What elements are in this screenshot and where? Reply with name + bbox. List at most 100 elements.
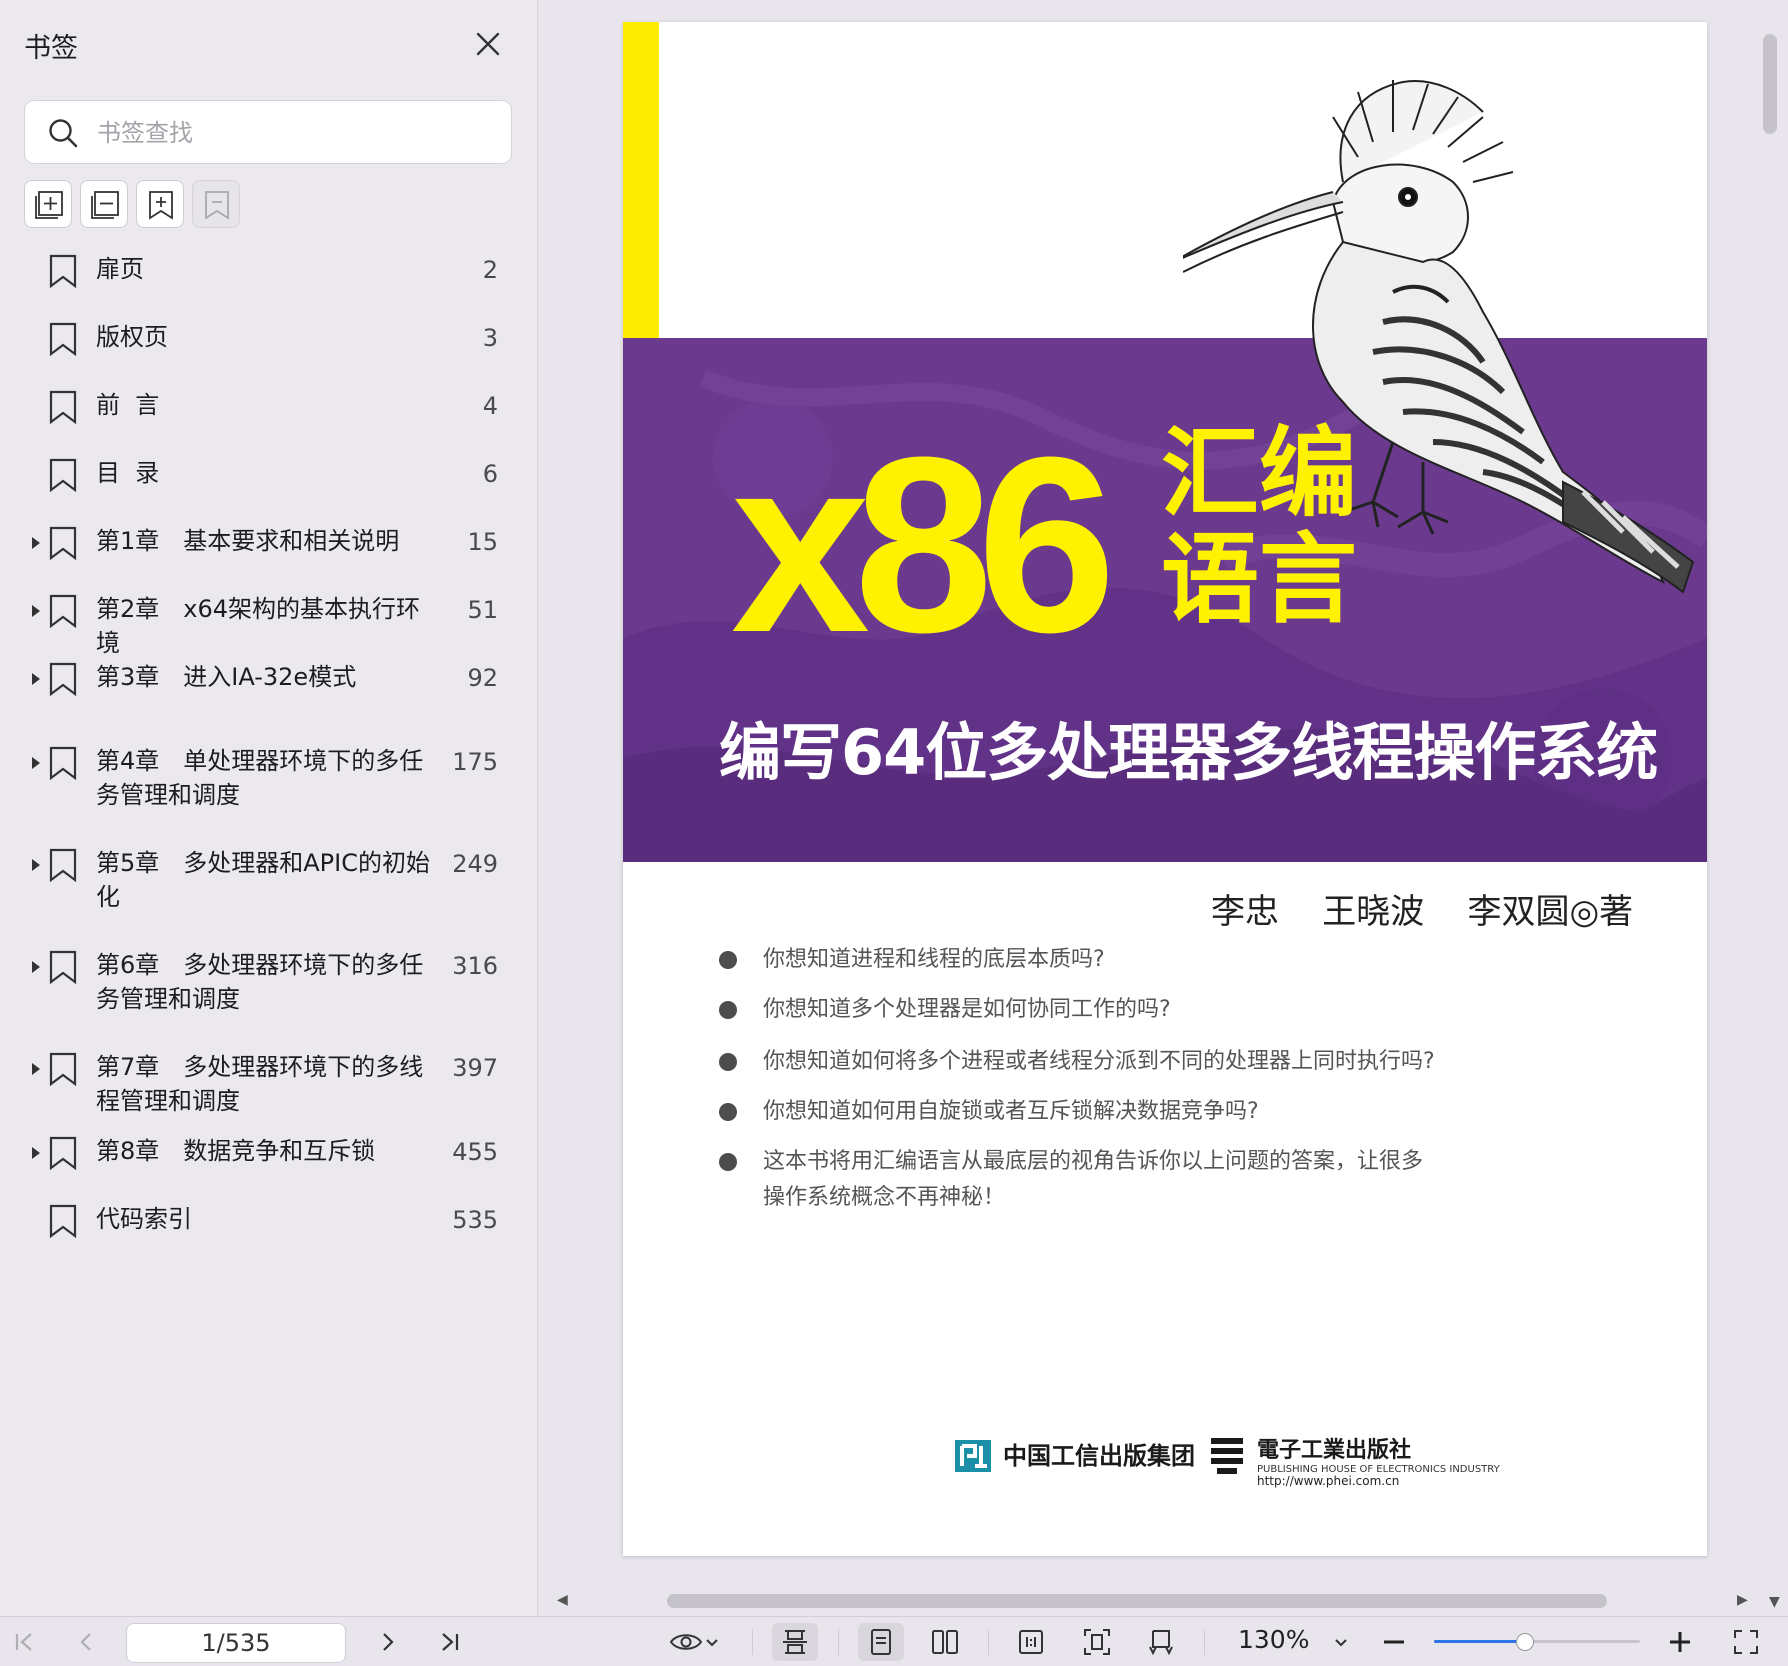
panel-title: 书签 [24, 33, 78, 64]
scroll-down-arrow[interactable]: ▼ [1769, 1594, 1780, 1610]
bookmark-page-number: 249 [452, 850, 498, 878]
toolbar-divider [1204, 1629, 1205, 1655]
expand-arrow-icon[interactable] [30, 756, 42, 770]
fullscreen-icon [1734, 1630, 1758, 1654]
first-page-button[interactable] [6, 1623, 42, 1661]
bottom-toolbar: 1/535 130% [0, 1616, 1788, 1666]
toolbar-divider [752, 1629, 753, 1655]
zoom-slider-fill [1434, 1640, 1525, 1643]
expand-arrow-icon[interactable] [30, 536, 42, 550]
cover-yellow-bar [623, 22, 659, 338]
bookmark-icon [49, 746, 77, 780]
bookmark-label: 第1章 基本要求和相关说明 [96, 527, 400, 555]
fullscreen-button[interactable] [1728, 1623, 1764, 1661]
bookmark-page-number: 3 [482, 324, 498, 352]
expand-arrow-icon[interactable] [30, 1146, 42, 1160]
bullet-dot [719, 1001, 737, 1019]
miit-group-logo [955, 1440, 991, 1472]
zoom-level[interactable]: 130% [1238, 1625, 1309, 1654]
fit-width-icon [783, 1630, 807, 1654]
cover-question-text: 你想知道进程和线程的底层本质吗? [763, 947, 1105, 972]
bookmarks-panel: 书签 扉页 2 版权页 3 前 言 4 目 录 6 第1章 基本要求和相关说明 15 第2章 x64… [0, 0, 538, 1616]
bookmark-label: 第4章 单处理器环境下的多任务管理和调度 [96, 747, 424, 809]
bullet-dot [719, 1053, 737, 1071]
cover-question-text: 你想知道如何用自旋锁或者互斥锁解决数据竞争吗? [763, 1099, 1259, 1124]
fit-page-button[interactable] [1074, 1623, 1120, 1661]
bookmark-icon [49, 458, 77, 492]
publisher-url: http://www.phei.com.cn [1257, 1474, 1400, 1488]
scroll-right-arrow[interactable]: ▶ [1737, 1592, 1748, 1608]
view-mode-dropdown[interactable] [662, 1623, 728, 1661]
eye-icon [669, 1634, 703, 1650]
collapse-all-button[interactable] [80, 180, 128, 228]
document-viewport[interactable]: x86 汇编 语言 编写64位多处理器多线程操作系统 李忠 王晓波 李双圆◎著 … [539, 0, 1788, 1616]
publisher-name: 電子工業出版社 [1257, 1437, 1412, 1463]
expand-arrow-icon[interactable] [30, 672, 42, 686]
expand-arrow-icon[interactable] [30, 604, 42, 618]
bookmark-page-number: 15 [467, 528, 498, 556]
last-page-button[interactable] [432, 1623, 468, 1661]
bullet-dot [719, 951, 737, 969]
add-bookmark-group-icon [35, 191, 63, 219]
publisher-group-name: 中国工信出版集团 [1003, 1442, 1195, 1470]
zoom-out-button[interactable] [1376, 1623, 1412, 1661]
expand-all-button[interactable] [24, 180, 72, 228]
expand-arrow-icon[interactable] [30, 858, 42, 872]
chevron-left-icon [80, 1633, 91, 1651]
search-icon [49, 119, 78, 148]
bookmark-icon [49, 322, 77, 356]
cover-authors: 李忠 王晓波 李双圆◎著 [1211, 892, 1634, 932]
scroll-left-arrow[interactable]: ◀ [557, 1592, 568, 1608]
next-page-button[interactable] [370, 1623, 406, 1661]
bookmark-label: 第7章 多处理器环境下的多线程管理和调度 [96, 1053, 424, 1115]
bookmark-label: 前 言 [96, 391, 160, 419]
bookmark-label: 目 录 [96, 459, 160, 487]
zoom-in-button[interactable] [1662, 1623, 1698, 1661]
actual-size-button[interactable] [1008, 1623, 1054, 1661]
two-page-button[interactable] [922, 1623, 968, 1661]
cover-title-line1: 汇编 [1161, 417, 1358, 531]
page-number-input[interactable]: 1/535 [126, 1623, 346, 1663]
two-page-icon [932, 1630, 958, 1654]
cover-title-line2: 语言 [1161, 523, 1358, 637]
bookmark-page-number: 455 [452, 1138, 498, 1166]
add-bookmark-button[interactable] [136, 180, 184, 228]
bookmark-icon [49, 950, 77, 984]
expand-arrow-icon[interactable] [30, 960, 42, 974]
prev-page-button[interactable] [68, 1623, 104, 1661]
vertical-scrollbar-thumb[interactable] [1763, 34, 1777, 134]
chevron-down-icon [706, 1639, 718, 1647]
bookmark-label: 扉页 [96, 255, 144, 283]
bookmark-label: 第6章 多处理器环境下的多任务管理和调度 [96, 951, 424, 1013]
rotate-button[interactable] [1138, 1623, 1184, 1661]
fit-page-icon [1084, 1629, 1110, 1655]
zoom-slider[interactable] [1434, 1633, 1640, 1651]
actual-size-icon [1019, 1630, 1043, 1654]
expand-arrow-icon[interactable] [30, 1062, 42, 1076]
bookmark-icon [49, 1204, 77, 1238]
horizontal-scrollbar-thumb[interactable] [667, 1594, 1607, 1608]
fit-width-button[interactable] [772, 1623, 818, 1661]
bookmark-page-number: 175 [452, 748, 498, 776]
cover-subtitle: 编写64位多处理器多线程操作系统 [719, 716, 1658, 789]
bookmark-page-number: 397 [452, 1054, 498, 1082]
zoom-slider-thumb[interactable] [1515, 1633, 1534, 1651]
bookmark-search-input[interactable] [97, 113, 487, 153]
zoom-dropdown-button[interactable] [1326, 1623, 1356, 1661]
chevron-right-icon [383, 1633, 394, 1651]
bookmark-icon [49, 848, 77, 882]
bookmark-label: 第5章 多处理器和APIC的初始化 [96, 849, 430, 911]
bookmark-page-number: 4 [482, 392, 498, 420]
bookmark-label: 代码索引 [96, 1205, 192, 1233]
plus-icon [1670, 1632, 1690, 1652]
first-page-icon [15, 1633, 32, 1651]
bookmark-page-number: 316 [452, 952, 498, 980]
cover-question-text: 你想知道多个处理器是如何协同工作的吗? [763, 997, 1171, 1022]
bookmark-label: 第3章 进入IA-32e模式 [96, 663, 357, 691]
remove-bookmark-button[interactable] [192, 180, 240, 228]
close-icon [476, 32, 500, 56]
bookmark-search-box[interactable] [24, 100, 512, 164]
last-page-icon [442, 1633, 459, 1651]
single-page-button[interactable] [858, 1623, 904, 1661]
close-panel-button[interactable] [470, 26, 506, 62]
